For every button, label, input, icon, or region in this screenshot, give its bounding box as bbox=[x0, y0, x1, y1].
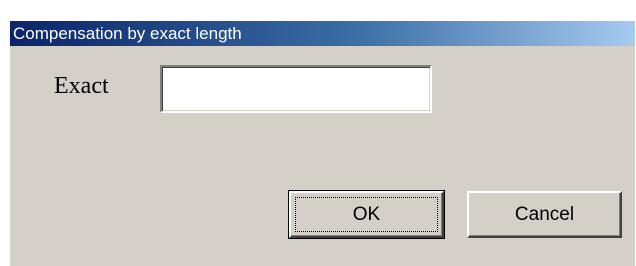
cancel-button-label: Cancel bbox=[514, 203, 575, 225]
ok-button-label: OK bbox=[295, 197, 438, 232]
exact-input[interactable] bbox=[160, 65, 432, 113]
dialog-title: Compensation by exact length bbox=[10, 21, 635, 46]
exact-label: Exact bbox=[54, 73, 109, 99]
cancel-button[interactable]: Cancel bbox=[467, 191, 622, 238]
ok-button[interactable]: OK bbox=[288, 190, 445, 239]
compensation-dialog: Compensation by exact length Exact OK Ca… bbox=[10, 21, 635, 266]
